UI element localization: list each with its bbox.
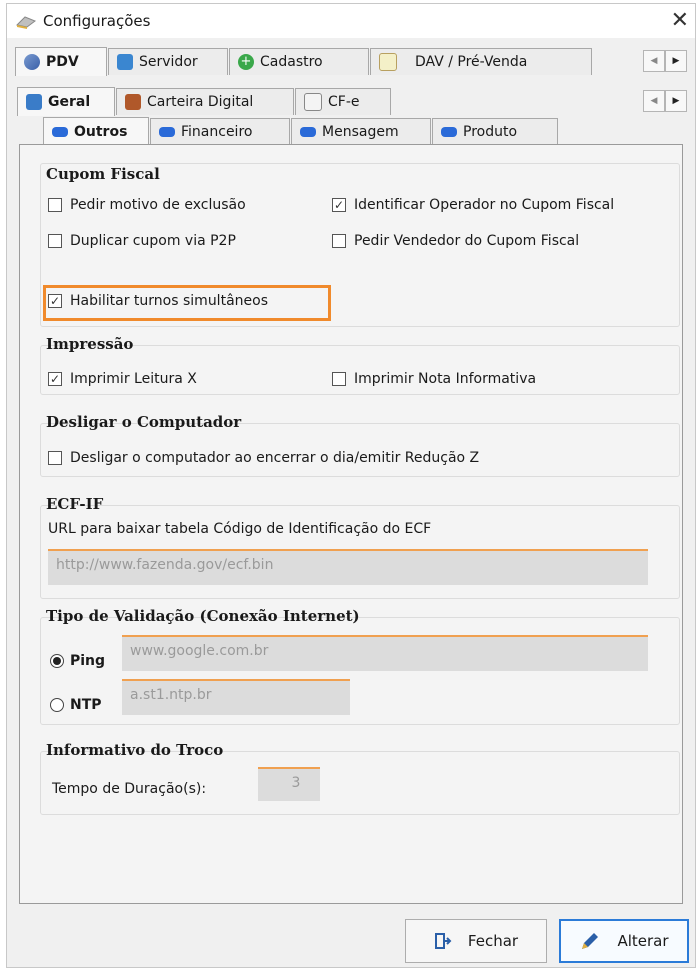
impressao-group xyxy=(40,345,680,395)
tempo-duracao-label: Tempo de Duração(s): xyxy=(52,781,207,797)
tab-label: Geral xyxy=(48,94,91,110)
tab-label: DAV / Pré-Venda xyxy=(415,54,528,70)
group-title: ECF-IF xyxy=(46,495,104,513)
checkbox-label: Desligar o computador ao encerrar o dia/… xyxy=(70,450,480,466)
ping-radio[interactable]: Ping xyxy=(50,653,105,669)
group-title: Cupom Fiscal xyxy=(46,165,160,183)
tab-label: Mensagem xyxy=(322,124,399,140)
checkbox-icon xyxy=(48,198,62,212)
checkbox-label: Imprimir Nota Informativa xyxy=(354,371,537,387)
checkbox-icon xyxy=(332,234,346,248)
pedir-vendedor-checkbox[interactable]: Pedir Vendedor do Cupom Fiscal xyxy=(332,233,579,249)
checkbox-checked-icon: ✓ xyxy=(48,372,62,386)
blue-tab-icon xyxy=(441,127,457,137)
ecf-url-label: URL para baixar tabela Código de Identif… xyxy=(48,521,432,537)
tab-scroll-2: ◀ ▶ xyxy=(643,90,687,112)
tab-label: Outros xyxy=(74,124,128,140)
geral-icon xyxy=(26,94,42,110)
wallet-icon xyxy=(125,94,141,110)
tabs-level-1: PDV Servidor + Cadastro DAV / Pré-Venda … xyxy=(15,47,687,76)
blue-tab-icon xyxy=(159,127,175,137)
tab-cfe[interactable]: CF-e xyxy=(295,88,391,115)
scroll-left-icon[interactable]: ◀ xyxy=(643,90,665,112)
checkbox-icon xyxy=(332,372,346,386)
ntp-host-input[interactable]: a.st1.ntp.br xyxy=(122,679,350,715)
ecf-url-input[interactable]: http://www.fazenda.gov/ecf.bin xyxy=(48,549,648,585)
document-icon xyxy=(379,53,397,71)
scroll-left-icon[interactable]: ◀ xyxy=(643,50,665,72)
button-label: Alterar xyxy=(617,932,669,950)
radio-icon xyxy=(50,698,64,712)
desligar-computador-checkbox[interactable]: Desligar o computador ao encerrar o dia/… xyxy=(48,450,479,466)
checkbox-icon xyxy=(48,451,62,465)
radio-label: Ping xyxy=(70,653,106,669)
window-title: Configurações xyxy=(43,12,151,30)
tabs-level-2: Geral Carteira Digital CF-e ◀ ▶ xyxy=(15,87,687,116)
tab-mensagem[interactable]: Mensagem xyxy=(291,118,431,145)
pedir-motivo-checkbox[interactable]: Pedir motivo de exclusão xyxy=(48,197,246,213)
server-icon xyxy=(117,54,133,70)
tab-scroll-1: ◀ ▶ xyxy=(643,50,687,72)
tab-label: Cadastro xyxy=(260,54,323,70)
tempo-duracao-input[interactable]: 3 xyxy=(258,767,320,801)
scroll-right-icon[interactable]: ▶ xyxy=(665,50,687,72)
tab-carteira-digital[interactable]: Carteira Digital xyxy=(116,88,294,115)
group-title: Tipo de Validação (Conexão Internet) xyxy=(46,607,360,625)
alterar-button[interactable]: Alterar xyxy=(559,919,689,963)
checkbox-icon xyxy=(48,234,62,248)
radio-selected-icon xyxy=(50,654,64,668)
title-bar: Configurações ✕ xyxy=(7,4,695,38)
group-title: Impressão xyxy=(46,335,134,353)
checkbox-label: Identificar Operador no Cupom Fiscal xyxy=(354,197,615,213)
group-title: Informativo do Troco xyxy=(46,741,224,759)
checkbox-label: Duplicar cupom via P2P xyxy=(70,233,236,249)
group-title: Desligar o Computador xyxy=(46,413,242,431)
outros-panel: Cupom Fiscal Pedir motivo de exclusão ✓ … xyxy=(19,144,683,904)
tab-produto[interactable]: Produto xyxy=(432,118,558,145)
imprimir-leitura-x-checkbox[interactable]: ✓ Imprimir Leitura X xyxy=(48,371,197,387)
fechar-button[interactable]: Fechar xyxy=(405,919,547,963)
imprimir-nota-informativa-checkbox[interactable]: Imprimir Nota Informativa xyxy=(332,371,536,387)
tabs-level-3: Outros Financeiro Mensagem Produto xyxy=(43,117,687,146)
ping-host-input[interactable]: www.google.com.br xyxy=(122,635,648,671)
pencil-icon xyxy=(582,933,599,949)
close-icon[interactable]: ✕ xyxy=(671,8,689,33)
tab-label: Carteira Digital xyxy=(147,94,254,110)
tab-geral[interactable]: Geral xyxy=(17,87,115,116)
tab-label: Servidor xyxy=(139,54,198,70)
document-icon xyxy=(304,93,322,111)
duplicar-cupom-checkbox[interactable]: Duplicar cupom via P2P xyxy=(48,233,236,249)
pdv-icon xyxy=(24,54,40,70)
blue-tab-icon xyxy=(52,127,68,137)
tab-label: PDV xyxy=(46,54,79,70)
tab-pdv[interactable]: PDV xyxy=(15,47,107,76)
ntp-radio[interactable]: NTP xyxy=(50,697,102,713)
plus-icon: + xyxy=(238,54,254,70)
tab-cadastro[interactable]: + Cadastro xyxy=(229,48,369,75)
identificar-operador-checkbox[interactable]: ✓ Identificar Operador no Cupom Fiscal xyxy=(332,197,614,213)
tab-label: Produto xyxy=(463,124,518,140)
configuracoes-window: Configurações ✕ PDV Servidor + Cadastro … xyxy=(6,3,696,968)
tab-financeiro[interactable]: Financeiro xyxy=(150,118,290,145)
app-icon xyxy=(15,16,37,29)
tab-label: CF-e xyxy=(328,94,360,110)
checkbox-label: Pedir Vendedor do Cupom Fiscal xyxy=(354,233,580,249)
checkbox-label: Pedir motivo de exclusão xyxy=(70,197,246,213)
radio-label: NTP xyxy=(70,697,102,713)
tab-servidor[interactable]: Servidor xyxy=(108,48,228,75)
checkbox-label: Imprimir Leitura X xyxy=(70,371,197,387)
highlight-box xyxy=(43,285,331,321)
tab-outros[interactable]: Outros xyxy=(43,117,149,146)
button-bar: Fechar Alterar xyxy=(7,909,695,967)
checkbox-checked-icon: ✓ xyxy=(332,198,346,212)
blue-tab-icon xyxy=(300,127,316,137)
tab-label: Financeiro xyxy=(181,124,253,140)
scroll-right-icon[interactable]: ▶ xyxy=(665,90,687,112)
button-label: Fechar xyxy=(467,932,519,950)
exit-door-icon xyxy=(434,933,452,949)
tab-dav-pre-venda[interactable]: DAV / Pré-Venda xyxy=(370,48,592,75)
